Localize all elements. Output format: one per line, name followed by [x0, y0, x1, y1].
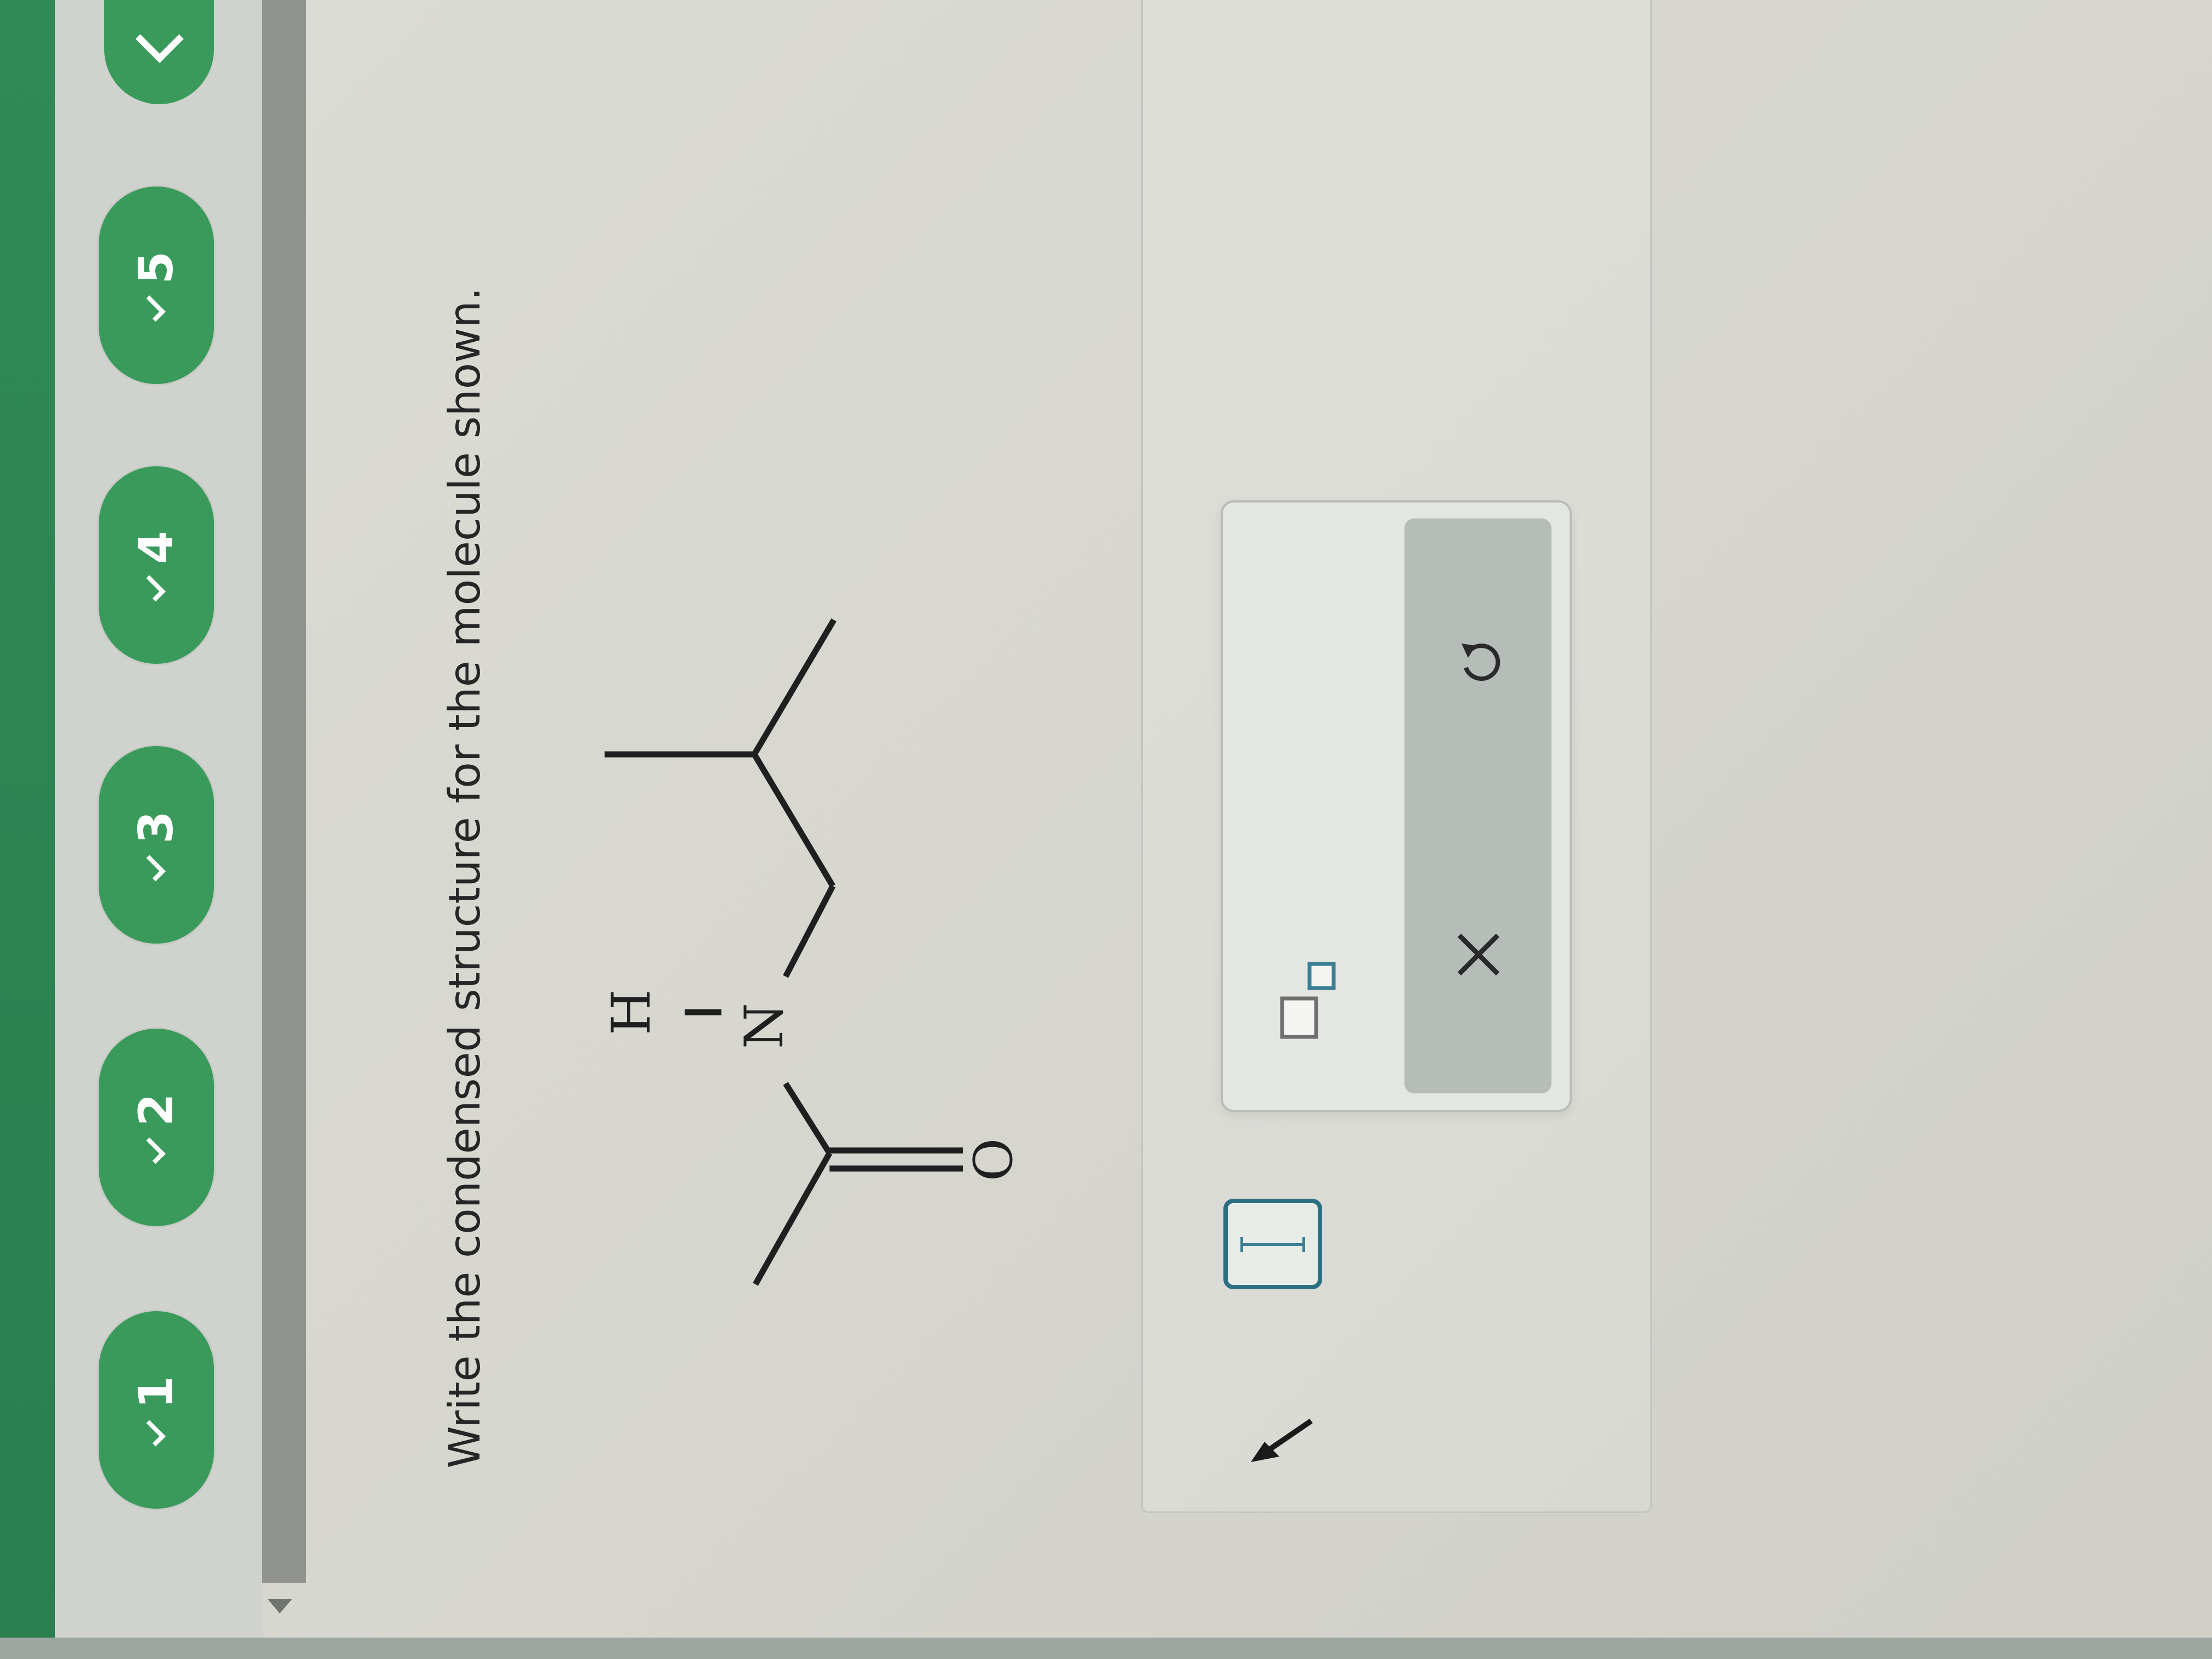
- toolbox-actions: [1404, 518, 1551, 1093]
- bond-ch-methyl-right: [752, 618, 837, 756]
- checkmark-icon: [139, 1137, 166, 1164]
- oxygen-label: O: [963, 1138, 1024, 1182]
- step-pill-3[interactable]: 3: [99, 746, 214, 944]
- text-cursor-icon: [1240, 1237, 1305, 1252]
- molecule-structure: H N O: [560, 576, 1053, 1344]
- scroll-down-arrow-icon[interactable]: [268, 1599, 292, 1613]
- step-pill-2[interactable]: 2: [99, 1029, 214, 1226]
- close-icon[interactable]: [1448, 924, 1509, 985]
- question-prompt: Write the condensed structure for the mo…: [441, 287, 490, 1469]
- bond-nitrogen-ch2: [783, 884, 836, 978]
- chevron-icon: [136, 15, 184, 63]
- step-number: 1: [129, 1376, 184, 1409]
- checkmark-icon: [139, 575, 166, 602]
- step-number: 5: [129, 251, 184, 284]
- step-number: 4: [129, 531, 184, 564]
- scrollbar[interactable]: [262, 0, 306, 1583]
- step-number: 2: [129, 1093, 184, 1126]
- hydrogen-label: H: [601, 989, 662, 1035]
- undo-icon[interactable]: [1454, 634, 1509, 689]
- bond-carbonyl-nitrogen: [783, 1082, 832, 1155]
- answer-input[interactable]: [1223, 1199, 1322, 1289]
- mouse-pointer-icon: [1251, 1418, 1313, 1462]
- superscript-icon[interactable]: [1276, 952, 1341, 1051]
- step-number: 3: [129, 811, 184, 844]
- bottom-edge-bar: [0, 1638, 2212, 1659]
- checkmark-icon: [139, 295, 166, 322]
- checkmark-icon: [139, 1420, 166, 1447]
- bond-ch2-ch: [752, 753, 836, 888]
- left-header-strip: [0, 0, 55, 1640]
- step-pill-5[interactable]: 5: [99, 187, 214, 384]
- step-pill-1[interactable]: 1: [99, 1311, 214, 1509]
- bond-methyl-carbonyl: [753, 1152, 832, 1286]
- molecule-drawing: H N O: [601, 618, 1024, 1286]
- step-pill-4[interactable]: 4: [99, 466, 214, 664]
- page: 5 4 3 2 1 Write the condensed structure …: [0, 0, 2212, 1659]
- checkmark-icon: [139, 855, 166, 882]
- nitrogen-label: N: [733, 1003, 795, 1049]
